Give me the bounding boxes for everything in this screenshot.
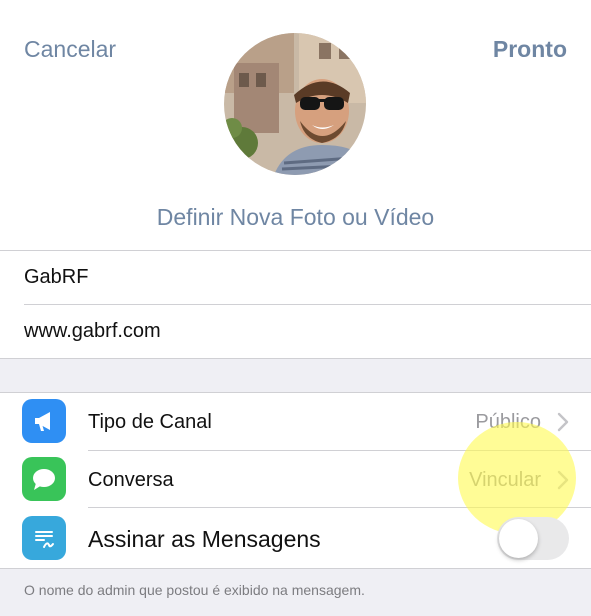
megaphone-icon [22,399,66,443]
divider [24,304,591,305]
cancel-button[interactable]: Cancelar [24,36,116,63]
footer-note: O nome do admin que postou é exibido na … [0,569,591,616]
row-label: Conversa [88,469,174,491]
section-spacer [0,359,591,392]
row-label: Assinar as Mensagens [88,526,321,552]
done-button[interactable]: Pronto [493,36,567,63]
sign-messages-toggle[interactable] [497,517,569,560]
channel-description-field[interactable]: www.gabrf.com [24,320,564,343]
set-new-photo-button[interactable]: Definir Nova Foto ou Vídeo [0,204,591,231]
profile-photo-icon [224,33,366,175]
chevron-right-icon [557,470,569,490]
chat-bubble-icon [22,457,66,501]
row-value: Público [475,411,541,433]
channel-name-field[interactable]: GabRF [24,266,564,289]
avatar[interactable] [224,33,366,175]
chevron-right-icon [557,412,569,432]
divider [0,250,591,251]
row-value: Vincular [469,469,541,491]
settings-row-discussion[interactable]: Conversa Vincular [0,451,591,508]
edit-channel-screen: Cancelar Pronto Definir Nova Foto ou Víd… [0,0,591,616]
toggle-knob [499,519,538,558]
settings-row-channel-type[interactable]: Tipo de Canal Público [0,393,591,450]
footer-note-text: O nome do admin que postou é exibido na … [24,582,365,598]
row-label: Tipo de Canal [88,411,212,433]
signature-icon [22,516,66,560]
